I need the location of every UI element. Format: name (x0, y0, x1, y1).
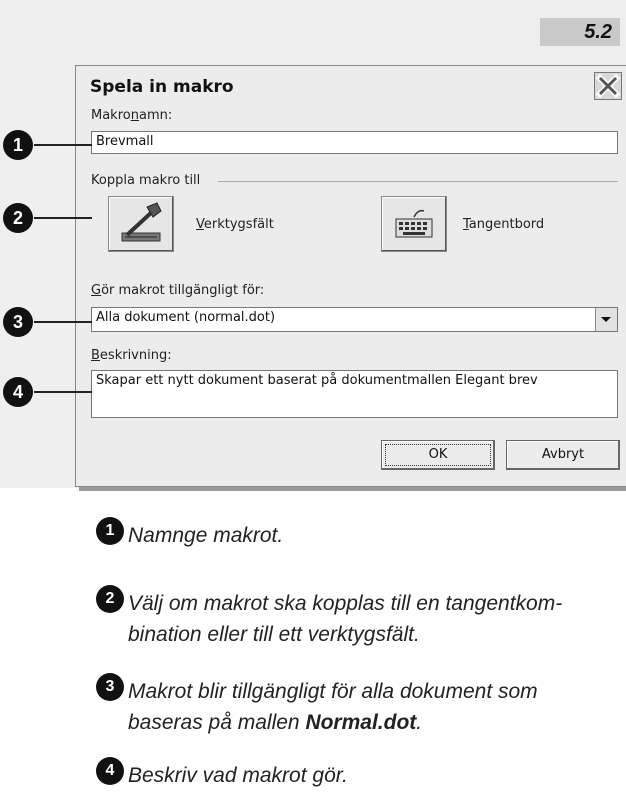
assign-group-label: Koppla makro till (91, 173, 201, 188)
keyboard-icon (395, 209, 433, 238)
close-button[interactable] (594, 72, 622, 100)
section-number: 5.2 (540, 18, 620, 46)
callout-1-line (34, 144, 92, 146)
dropdown-button[interactable] (595, 308, 617, 331)
toolbar-button[interactable] (108, 196, 174, 252)
description-label: Beskrivning: (91, 348, 172, 363)
keyboard-button-label: Tangentbord (463, 217, 545, 232)
callout-3-line (34, 321, 92, 323)
callout-4-line (34, 391, 92, 393)
macro-name-input[interactable]: Brevmall (91, 131, 618, 154)
macro-name-label: Makronamn: (91, 108, 173, 123)
callout-1: 1 (3, 130, 33, 160)
hammer-toolbar-icon (121, 202, 162, 242)
callout-2-line (34, 217, 92, 219)
title-bar: Spela in makro (76, 66, 626, 110)
toolbar-button-label: Verktygsfält (196, 217, 274, 232)
callout-4: 4 (3, 377, 33, 407)
chevron-down-icon (601, 317, 611, 322)
record-macro-dialog: Spela in makro Makronamn: Brevmall Koppl… (75, 65, 626, 487)
dialog-title: Spela in makro (90, 77, 234, 97)
ok-button[interactable]: OK (381, 440, 495, 470)
keyboard-button[interactable] (381, 196, 447, 252)
note-2: Välj om makrot ska kopplas till en tange… (128, 592, 563, 646)
callout-2: 2 (3, 203, 33, 233)
callout-3: 3 (3, 307, 33, 337)
note-4: Beskriv vad makrot gör. (128, 764, 348, 787)
description-textarea[interactable]: Skapar ett nytt dokument baserat på doku… (91, 370, 618, 418)
note-3: Makrot blir tillgängligt för alla dokume… (128, 680, 538, 734)
store-macro-select[interactable]: Alla dokument (normal.dot) (91, 307, 618, 332)
store-macro-label: Gör makrot tillgängligt för: (91, 283, 265, 298)
cancel-button[interactable]: Avbryt (506, 440, 620, 470)
close-icon (595, 73, 621, 99)
note-1: Namnge makrot. (128, 524, 284, 547)
group-divider (218, 181, 618, 182)
